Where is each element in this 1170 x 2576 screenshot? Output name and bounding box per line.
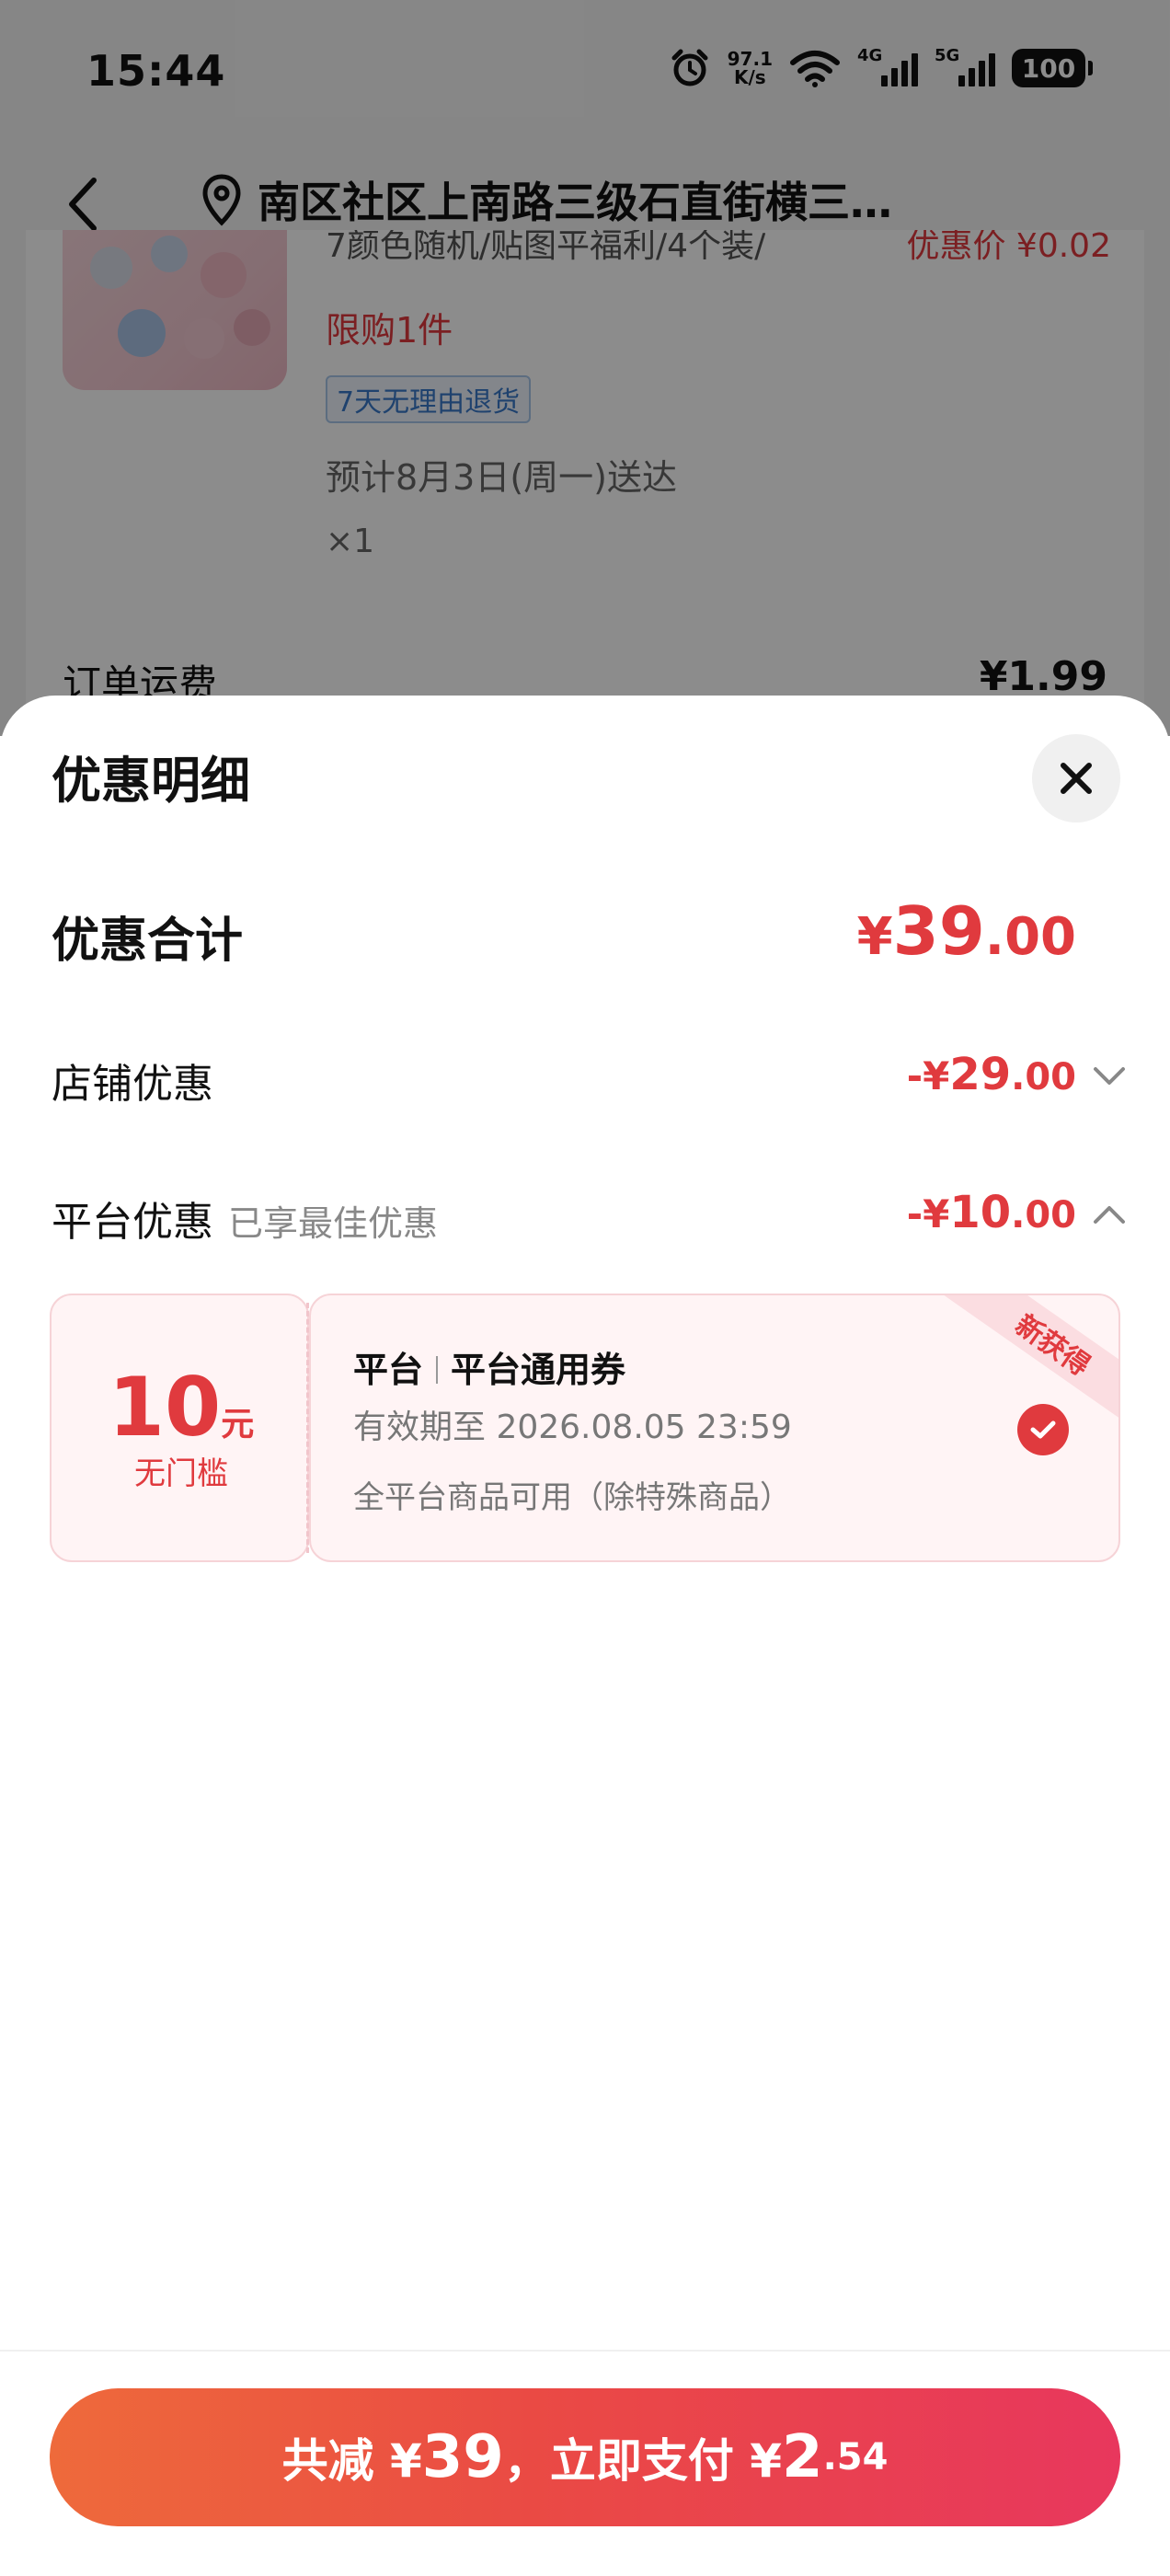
footer-divider [0, 2350, 1170, 2352]
discount-detail-sheet: 优惠明细 优惠合计 ¥39.00 店铺优惠 -¥29.00 平台优惠 已享最佳优惠… [0, 696, 1170, 2576]
signal-5g-icon: 5G [935, 46, 995, 86]
delivery-estimate: 预计8月3日(周一)送达 [326, 457, 678, 498]
network-speed: 97.1 K/s [728, 50, 773, 86]
platform-discount-integer: 10 [949, 1187, 1012, 1238]
purchase-limit: 限购1件 [326, 310, 453, 351]
product-promo-price: 优惠价 ¥0.02 [906, 230, 1111, 263]
coupon-title: 平台 平台通用券 [353, 1341, 625, 1392]
platform-discount-value: -¥10.00 [907, 1187, 1076, 1238]
store-discount-decimal: .00 [1011, 1056, 1076, 1098]
wifi-icon [789, 48, 841, 88]
chevron-left-icon [69, 178, 97, 231]
status-time: 15:44 [86, 46, 226, 96]
coupon-divider [306, 1303, 309, 1553]
pay-amount-decimal: .54 [822, 2436, 889, 2478]
coupon-amount-unit: 元 [221, 1406, 255, 1443]
coupon-selected-check-icon[interactable] [1017, 1404, 1069, 1455]
close-button[interactable] [1032, 734, 1120, 822]
signal-5g-label: 5G [935, 46, 960, 65]
sheet-title: 优惠明细 [52, 752, 250, 810]
store-discount-integer: 29 [949, 1049, 1012, 1100]
platform-discount-label: 平台优惠 [52, 1199, 213, 1246]
network-speed-unit: K/s [733, 66, 766, 88]
coupon-info-panel: 新获得 平台 平台通用券 有效期至 2026.08.05 23:59 全平台商品可… [309, 1294, 1120, 1562]
coupon-validity: 有效期至 2026.08.05 23:59 [353, 1409, 792, 1446]
background-page: 15:44 97.1 K/s 4G 5G 100 南区社区上南路三级石直街横三…… [0, 0, 1170, 736]
title-separator [436, 1356, 439, 1384]
discount-total-integer: 39 [892, 892, 985, 970]
store-discount-value: -¥29.00 [907, 1049, 1076, 1100]
battery-level: 100 [1021, 52, 1076, 84]
signal-4g-label: 4G [857, 46, 883, 65]
coupon-scope: 全平台商品可用（除特殊商品） [353, 1479, 791, 1516]
coupon-condition: 无门槛 [134, 1455, 228, 1492]
store-discount-symbol: -¥ [906, 1053, 950, 1098]
alarm-icon [669, 48, 711, 88]
pay-prefix: 共减 ¥ [281, 2434, 422, 2488]
order-card: 7颜色随机/贴图平福利/4个装/ 优惠价 ¥0.02 限购1件 7天无理由退货 … [26, 230, 1144, 736]
close-icon [1061, 763, 1092, 794]
product-description: 7颜色随机/贴图平福利/4个装/ [326, 230, 766, 263]
battery-icon: 100 [1012, 49, 1093, 87]
signal-4g-icon: 4G [857, 46, 918, 86]
store-discount-label: 店铺优惠 [52, 1061, 213, 1108]
product-image [63, 230, 287, 390]
status-bar: 15:44 97.1 K/s 4G 5G 100 [0, 0, 1170, 147]
platform-discount-decimal: .00 [1011, 1194, 1076, 1236]
coupon-source: 平台 [353, 1350, 424, 1390]
status-icons: 97.1 K/s 4G 5G 100 [669, 46, 1093, 88]
chevron-up-icon[interactable] [1089, 1194, 1130, 1235]
coupon-value-panel: 10元 无门槛 [50, 1294, 309, 1562]
pay-now-button[interactable]: 共减 ¥39 ，立即支付 ¥2.54 [50, 2388, 1120, 2526]
new-badge-label: 新获得 [1009, 1308, 1095, 1384]
platform-discount-note: 已享最佳优惠 [228, 1203, 439, 1244]
pay-amount-integer: 2 [782, 2423, 823, 2491]
chevron-down-icon[interactable] [1089, 1056, 1130, 1097]
network-speed-value: 97.1 [727, 48, 773, 70]
coupon-name: 平台通用券 [451, 1350, 626, 1390]
discount-total-value: ¥39.00 [857, 892, 1076, 970]
discount-total-symbol: ¥ [856, 907, 893, 967]
location-pin-icon [202, 174, 241, 226]
platform-discount-symbol: -¥ [906, 1191, 950, 1236]
discount-total-decimal: .00 [984, 907, 1076, 967]
shipping-price: ¥1.99 [979, 653, 1107, 700]
delivery-address[interactable]: 南区社区上南路三级石直街横三… [258, 166, 892, 239]
product-quantity: ×1 [326, 523, 375, 560]
platform-discount-label-group: 平台优惠 已享最佳优惠 [52, 1189, 438, 1248]
coupon-amount: 10元 [52, 1360, 311, 1455]
pay-reduce-amount: 39 [421, 2423, 504, 2491]
coupon-amount-number: 10 [108, 1360, 222, 1455]
platform-coupon-card[interactable]: 10元 无门槛 新获得 平台 平台通用券 有效期至 2026.08.05 23:5… [50, 1294, 1120, 1562]
discount-total-label: 优惠合计 [52, 914, 244, 969]
pay-middle: ，立即支付 ¥ [503, 2434, 783, 2488]
return-policy-tag: 7天无理由退货 [326, 375, 532, 423]
